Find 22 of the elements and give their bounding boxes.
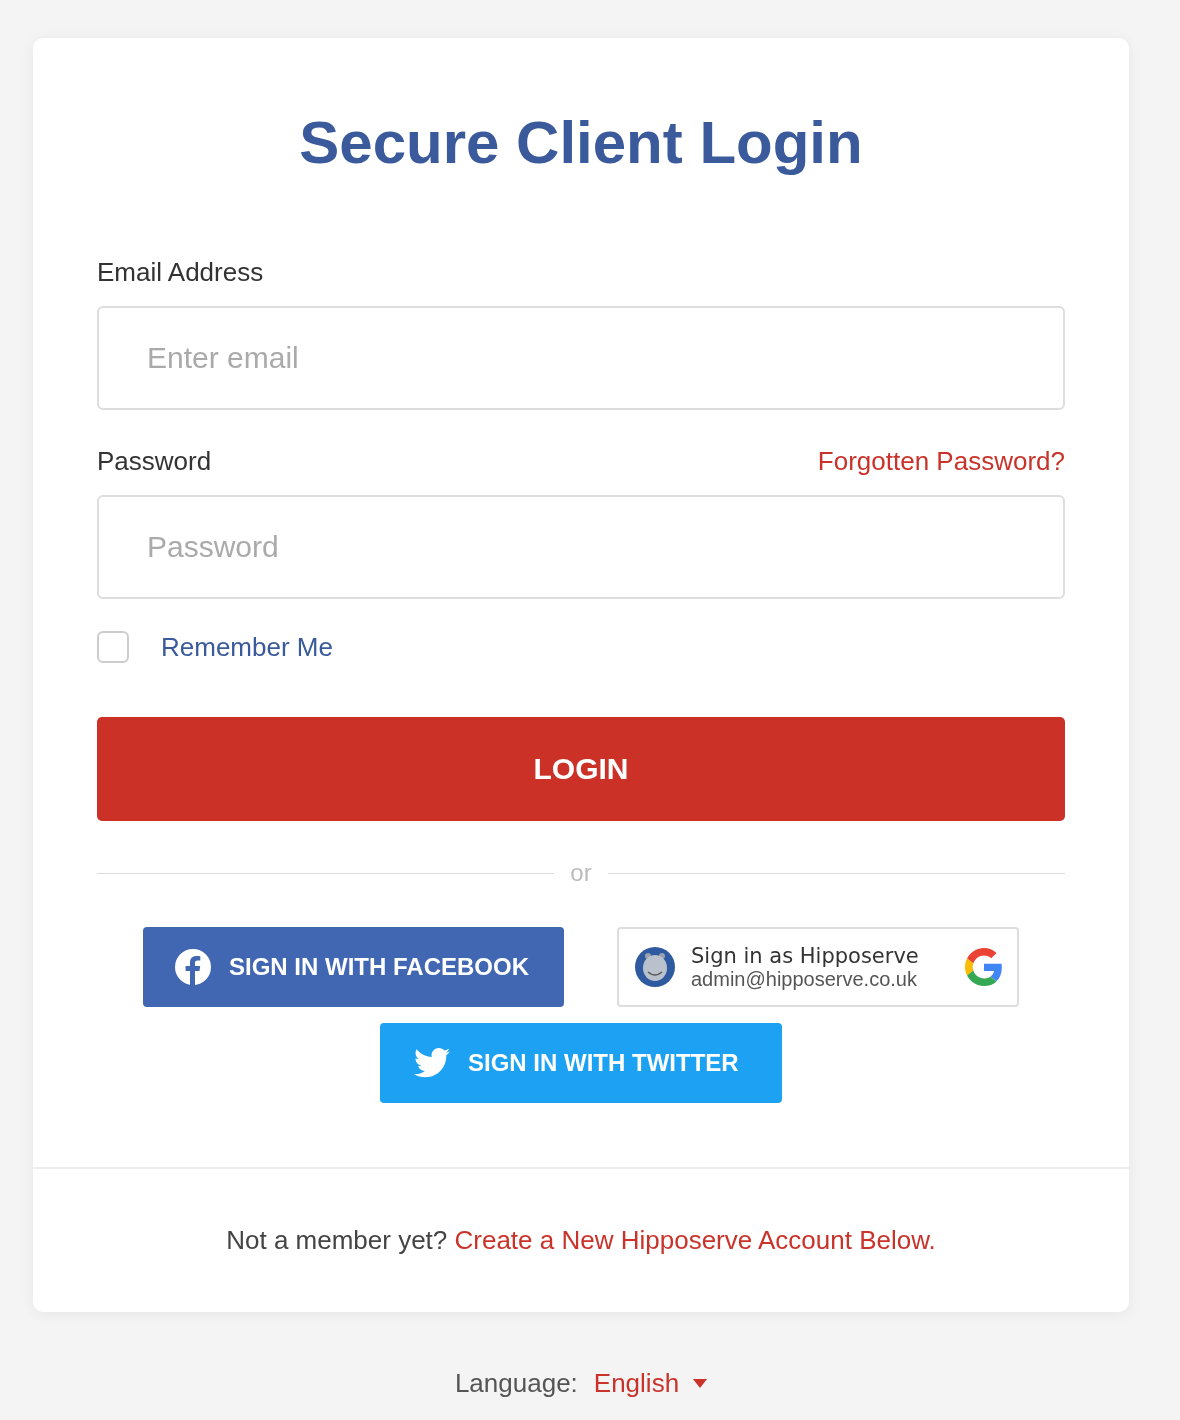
field-label: Email Address <box>97 257 264 288</box>
hippo-avatar-icon <box>635 947 675 987</box>
language-dropdown[interactable]: English <box>593 1368 708 1399</box>
facebook-icon <box>175 949 211 985</box>
language-label: Language: <box>454 1368 578 1399</box>
facebook-sign-in-button[interactable]: SIGN IN WITH FACEBOOK <box>143 927 564 1007</box>
page-title: Secure Client Login <box>299 108 863 177</box>
login-button[interactable]: LOGIN <box>97 717 1065 821</box>
input-field[interactable]: Enter email <box>97 306 1065 410</box>
remember-checkbox[interactable] <box>97 631 129 663</box>
remember-label: Remember Me <box>161 631 333 663</box>
signup-prompt: Not a member yet? Create a New Hipposerve Account Below. <box>226 1225 936 1255</box>
bird-icon <box>414 1048 450 1078</box>
google-sign-in-button[interactable]: Sign in as Hipposerve admin@hipposerve.co.uk <box>617 927 1019 1007</box>
google-icon <box>965 948 1003 986</box>
forgot-password-link[interactable]: Forgotten Password? <box>817 446 1065 477</box>
twitter-sign-in-button[interactable]: SIGN IN WITH TWITTER <box>380 1023 782 1103</box>
or-divider-text: or <box>570 859 592 887</box>
create-account-link[interactable]: Create a New Hipposerve Account Below. <box>454 1225 936 1255</box>
caret-icon <box>693 1379 708 1388</box>
input-field[interactable]: Password <box>97 495 1065 599</box>
field-label: Password <box>97 446 212 477</box>
